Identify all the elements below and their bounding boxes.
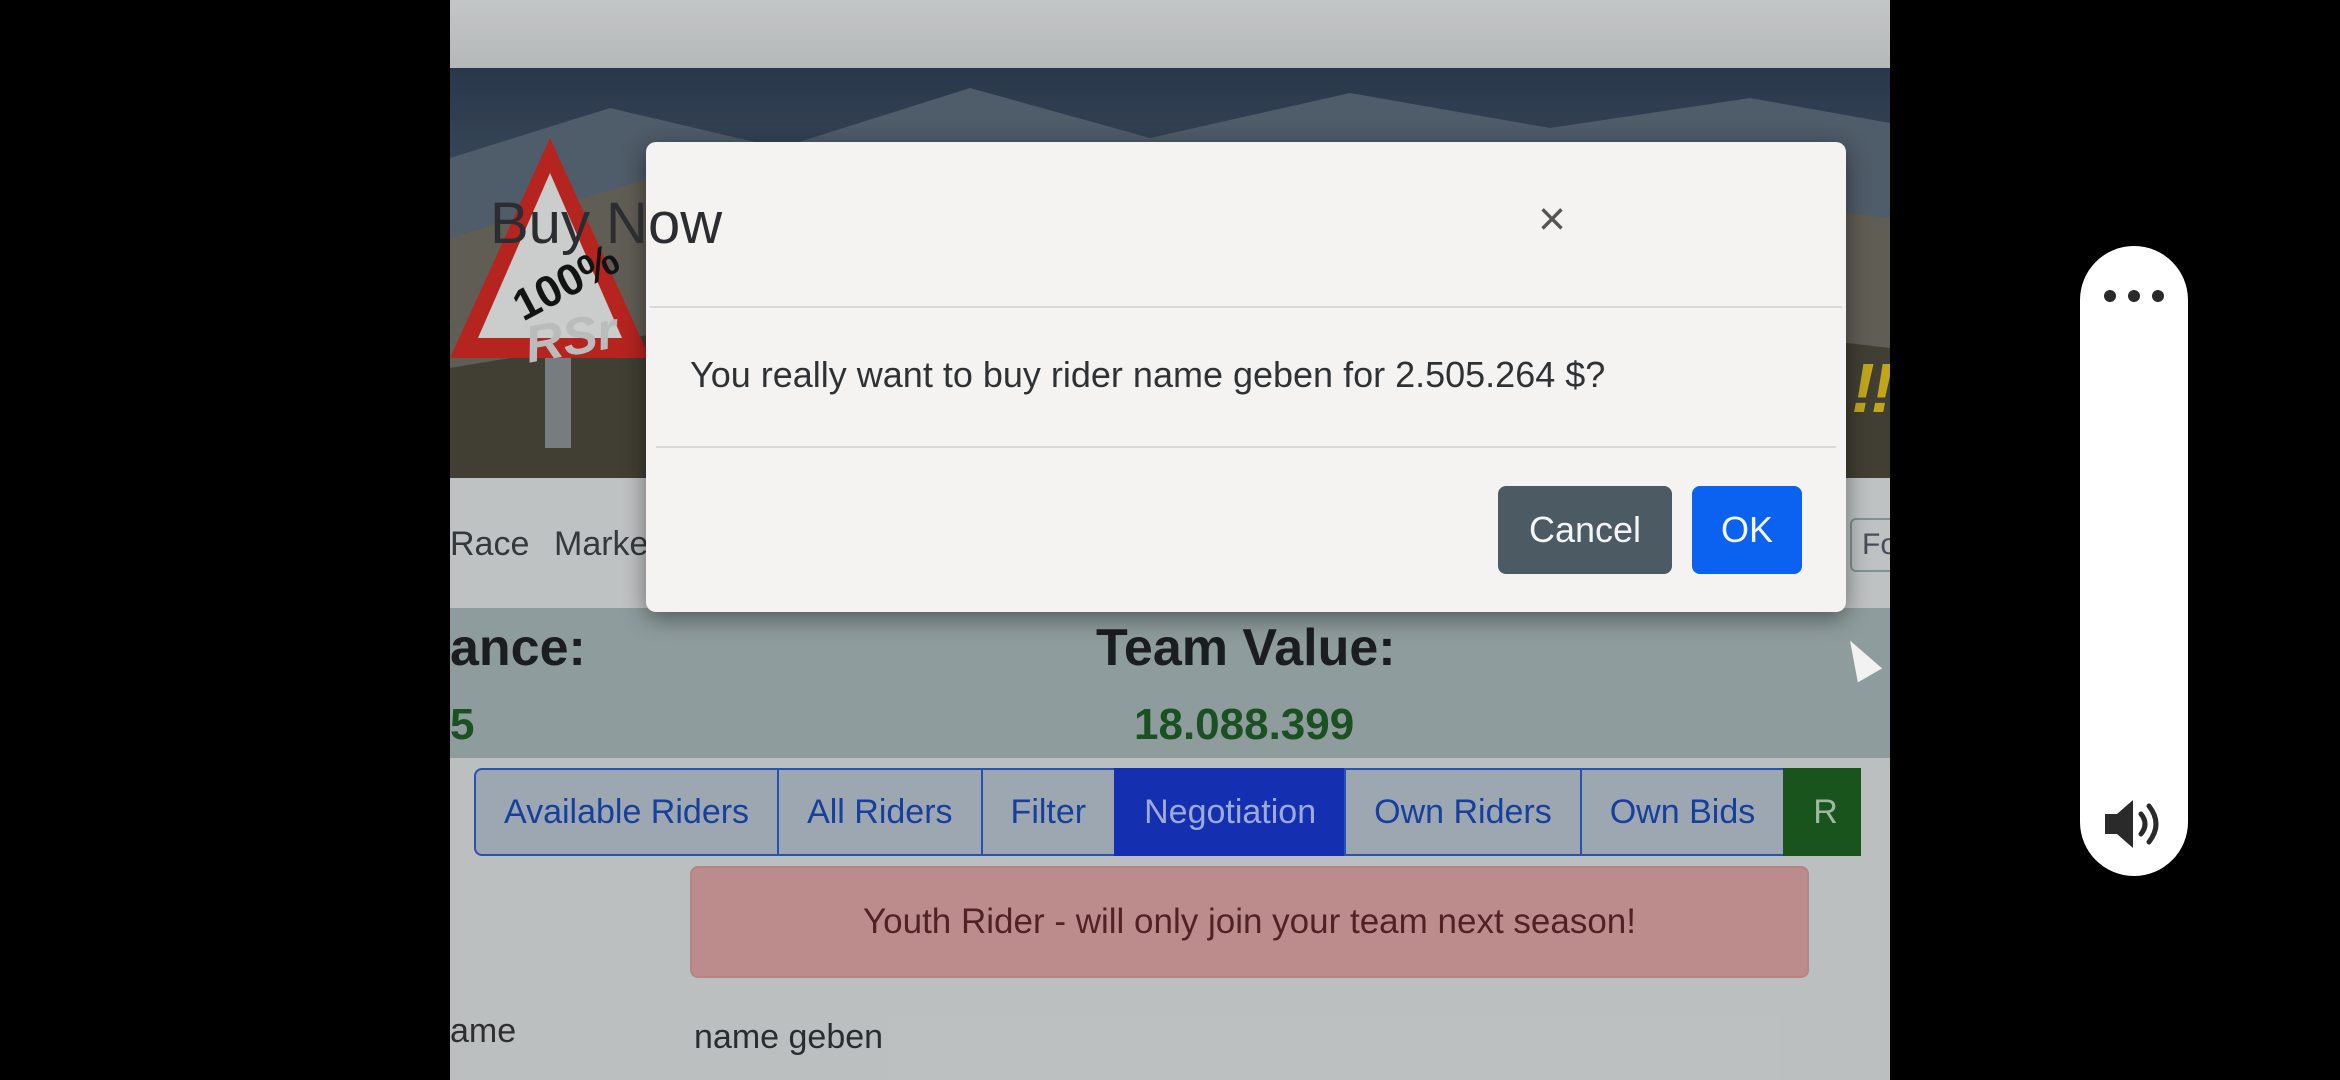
volume-icon[interactable] [2103,796,2165,852]
modal-footer-divider [656,446,1836,448]
close-icon[interactable]: × [1538,192,1566,247]
more-icon[interactable] [2104,284,2164,308]
modal-message: You really want to buy rider name geben … [690,354,1606,395]
modal-header-divider [650,306,1842,308]
modal-title: Buy Now [490,191,723,256]
ok-button[interactable]: OK [1692,486,1802,574]
side-control-panel [2080,246,2188,876]
cancel-button[interactable]: Cancel [1498,486,1672,574]
